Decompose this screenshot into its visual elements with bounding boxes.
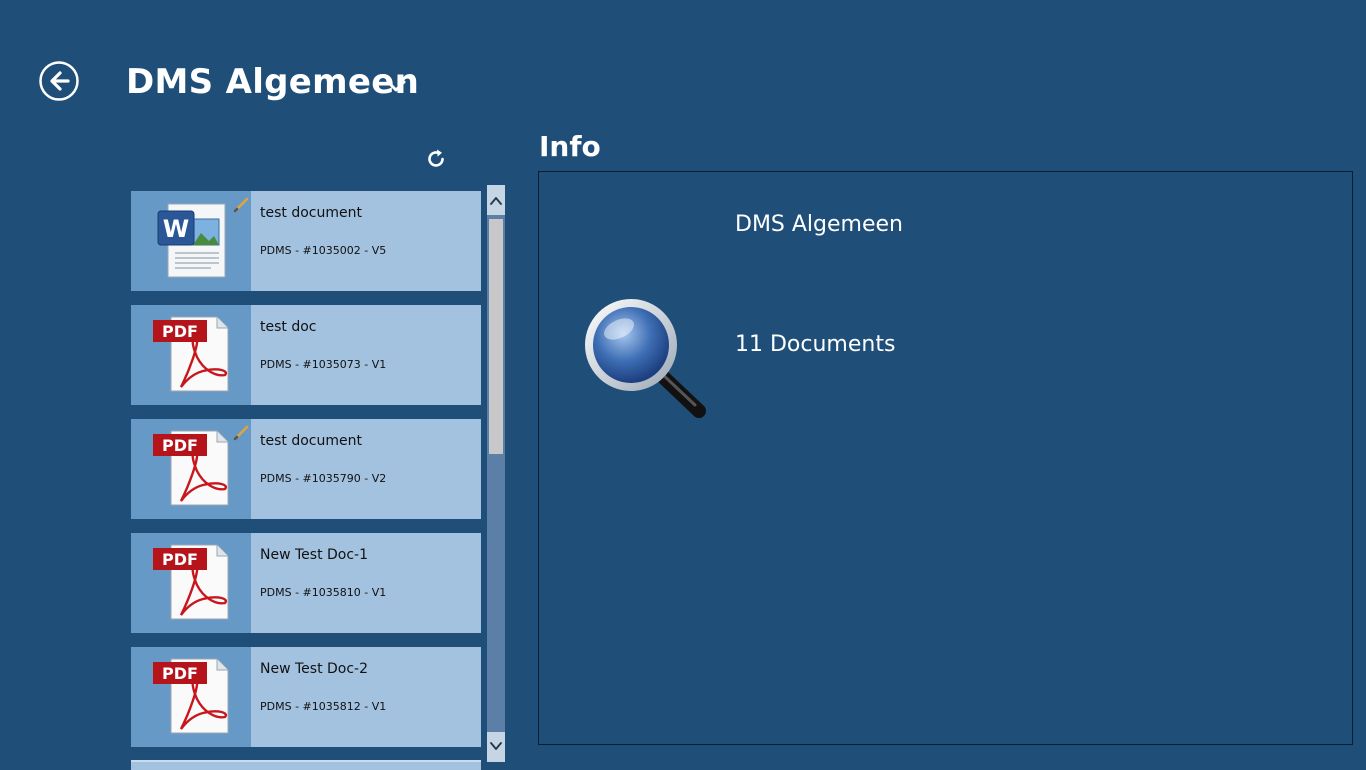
title-dropdown-button[interactable] bbox=[384, 74, 408, 98]
chevron-down-icon bbox=[386, 80, 406, 92]
document-name: test document bbox=[260, 205, 362, 221]
document-item[interactable]: PDF test doc PDMS - #1035073 - V1 bbox=[131, 305, 481, 405]
back-arrow-icon bbox=[39, 61, 79, 101]
chevron-up-icon bbox=[490, 197, 502, 205]
document-item[interactable]: PDF New Test Doc-2 PDMS - #1035812 - V1 bbox=[131, 647, 481, 747]
scroll-thumb[interactable] bbox=[489, 219, 503, 454]
magnifier-icon bbox=[585, 299, 706, 418]
svg-text:W: W bbox=[163, 215, 189, 243]
document-list: W test document PDMS - #1035002 - V5 PDF… bbox=[131, 191, 481, 768]
document-count: 11 Documents bbox=[735, 332, 896, 357]
info-heading: Info bbox=[539, 130, 601, 163]
back-button[interactable] bbox=[39, 61, 79, 101]
pdf-file-thumbnail: PDF bbox=[131, 305, 251, 405]
scroll-down-button[interactable] bbox=[487, 732, 505, 762]
pdf-document-icon: PDF bbox=[153, 658, 229, 734]
chevron-down-icon bbox=[490, 742, 502, 750]
svg-text:PDF: PDF bbox=[162, 550, 198, 569]
document-item-partial[interactable] bbox=[131, 760, 481, 770]
document-item[interactable]: PDF New Test Doc-1 PDMS - #1035810 - V1 bbox=[131, 533, 481, 633]
document-item[interactable]: W test document PDMS - #1035002 - V5 bbox=[131, 191, 481, 291]
document-meta: PDMS - #1035812 - V1 bbox=[260, 700, 387, 713]
document-meta: PDMS - #1035810 - V1 bbox=[260, 586, 387, 599]
document-meta: PDMS - #1035002 - V5 bbox=[260, 244, 387, 257]
refresh-icon bbox=[428, 149, 444, 167]
document-list-scrollbar[interactable] bbox=[487, 185, 505, 762]
refresh-button[interactable] bbox=[424, 147, 448, 171]
pencil-icon bbox=[233, 425, 249, 441]
svg-text:PDF: PDF bbox=[162, 664, 198, 683]
document-name: test doc bbox=[260, 319, 317, 335]
collection-name: DMS Algemeen bbox=[735, 212, 903, 237]
document-item[interactable]: PDF test document PDMS - #1035790 - V2 bbox=[131, 419, 481, 519]
pdf-file-thumbnail: PDF bbox=[131, 647, 251, 747]
svg-text:PDF: PDF bbox=[162, 436, 198, 455]
info-panel: DMS Algemeen 11 Documents bbox=[538, 171, 1353, 745]
document-name: New Test Doc-1 bbox=[260, 547, 369, 563]
svg-text:PDF: PDF bbox=[162, 322, 198, 341]
pdf-file-thumbnail: PDF bbox=[131, 533, 251, 633]
document-name: New Test Doc-2 bbox=[260, 661, 369, 677]
document-meta: PDMS - #1035790 - V2 bbox=[260, 472, 387, 485]
document-meta: PDMS - #1035073 - V1 bbox=[260, 358, 387, 371]
document-name: test document bbox=[260, 433, 362, 449]
scroll-up-button[interactable] bbox=[487, 185, 505, 215]
pdf-document-icon: PDF bbox=[153, 316, 229, 392]
pencil-icon bbox=[233, 197, 249, 213]
page-title[interactable]: DMS Algemeen bbox=[126, 60, 419, 104]
pdf-document-icon: PDF bbox=[153, 544, 229, 620]
